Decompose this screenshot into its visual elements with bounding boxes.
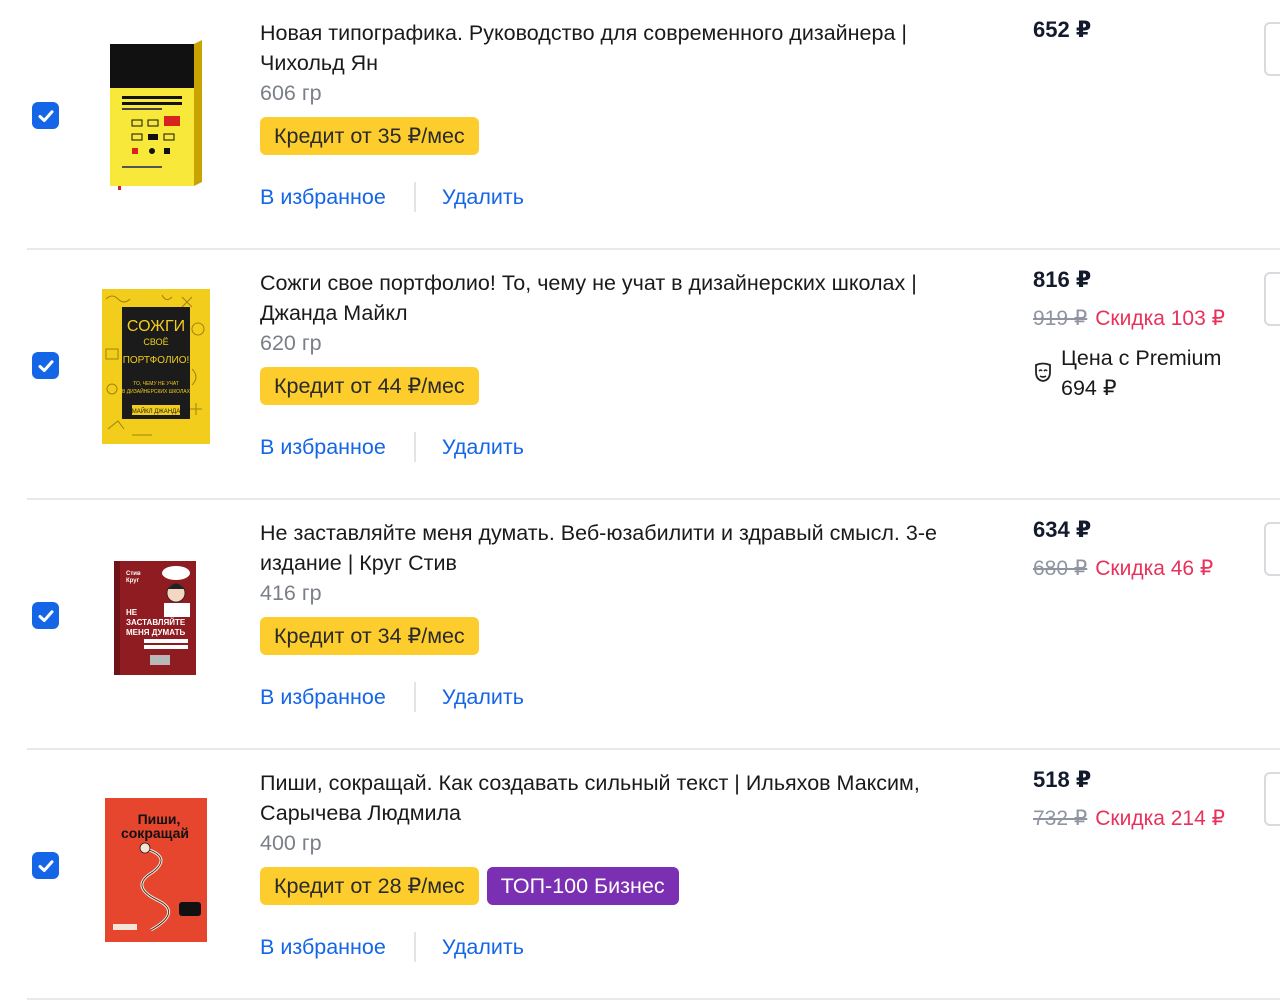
check-icon	[38, 609, 53, 622]
cart-item: Новая типографика. Руководство для совре…	[0, 0, 1280, 250]
credit-badge[interactable]: Кредит от 34 ₽/мес	[260, 617, 479, 655]
cover-title: МЕНЯ ДУМАТЬ	[126, 628, 185, 637]
item-actions: В избранное Удалить	[260, 432, 524, 462]
divider	[413, 932, 416, 962]
cover-title: СОЖГИ	[127, 318, 185, 335]
price-discount-line: 680 ₽ Скидка 46 ₽	[1033, 556, 1213, 581]
item-checkbox[interactable]	[32, 602, 59, 629]
cover-title: сокращай	[121, 825, 189, 841]
premium-mask-icon	[1035, 362, 1051, 382]
old-price: 919 ₽	[1033, 307, 1088, 330]
item-title[interactable]: Не заставляйте меня думать. Веб-юзабилит…	[260, 518, 980, 578]
item-price: 652 ₽	[1033, 17, 1092, 42]
check-icon	[38, 859, 53, 872]
item-weight: 606 гр	[260, 81, 322, 105]
credit-badge[interactable]: Кредит от 28 ₽/мес	[260, 867, 479, 905]
remove-link[interactable]: Удалить	[442, 185, 524, 210]
check-icon	[38, 109, 53, 122]
favorite-link[interactable]: В избранное	[260, 185, 386, 210]
top100-badge[interactable]: ТОП-100 Бизнес	[486, 867, 679, 905]
item-title[interactable]: Пиши, сокращай. Как создавать сильный те…	[260, 768, 980, 828]
price-discount-line: 919 ₽ Скидка 103 ₽	[1033, 306, 1225, 331]
book-cover-image[interactable]	[108, 38, 204, 190]
item-badges: Кредит от 35 ₽/мес	[260, 117, 479, 155]
item-checkbox[interactable]	[32, 102, 59, 129]
item-checkbox[interactable]	[32, 352, 59, 379]
favorite-link[interactable]: В избранное	[260, 435, 386, 460]
item-price: 816 ₽	[1033, 267, 1092, 292]
discount-amount: Скидка 46 ₽	[1095, 557, 1214, 580]
divider	[413, 182, 416, 212]
cart-item: Стив Круг НЕ ЗАСТАВЛЯЙТЕ МЕНЯ ДУМАТЬ Не …	[0, 500, 1280, 750]
premium-label: Цена с Premium	[1061, 346, 1222, 370]
discount-amount: Скидка 103 ₽	[1095, 307, 1225, 330]
item-side-control[interactable]	[1264, 772, 1280, 826]
discount-amount: Скидка 214 ₽	[1095, 807, 1225, 830]
cover-title: ЗАСТАВЛЯЙТЕ	[126, 618, 186, 627]
item-price: 518 ₽	[1033, 767, 1092, 792]
item-checkbox[interactable]	[32, 852, 59, 879]
price-discount-line: 732 ₽ Скидка 214 ₽	[1033, 806, 1225, 831]
item-weight: 400 гр	[260, 831, 322, 855]
item-price: 634 ₽	[1033, 517, 1092, 542]
credit-badge[interactable]: Кредит от 35 ₽/мес	[260, 117, 479, 155]
item-side-control[interactable]	[1264, 272, 1280, 326]
old-price: 732 ₽	[1033, 807, 1088, 830]
item-actions: В избранное Удалить	[260, 932, 524, 962]
premium-price: Цена с Premium 694 ₽	[1033, 343, 1221, 403]
item-actions: В избранное Удалить	[260, 682, 524, 712]
favorite-link[interactable]: В избранное	[260, 685, 386, 710]
cart-item: СОЖГИ СВОЁ ПОРТФОЛИО! ТО, ЧЕМУ НЕ УЧАТ В…	[0, 250, 1280, 500]
book-cover-image[interactable]: Стив Круг НЕ ЗАСТАВЛЯЙТЕ МЕНЯ ДУМАТЬ	[114, 559, 198, 677]
cover-author: МАЙКЛ ДЖАНДА	[132, 407, 180, 415]
divider	[413, 682, 416, 712]
item-side-control[interactable]	[1264, 522, 1280, 576]
premium-value: 694 ₽	[1061, 376, 1117, 400]
book-cover-image[interactable]: СОЖГИ СВОЁ ПОРТФОЛИО! ТО, ЧЕМУ НЕ УЧАТ В…	[102, 289, 210, 444]
item-weight: 416 гр	[260, 581, 322, 605]
item-badges: Кредит от 28 ₽/мес ТОП-100 Бизнес	[260, 867, 679, 905]
remove-link[interactable]: Удалить	[442, 435, 524, 460]
item-badges: Кредит от 34 ₽/мес	[260, 617, 479, 655]
cart-item: Пиши, сокращай Пиши, сокращай. Как созда…	[0, 750, 1280, 1000]
item-side-control[interactable]	[1264, 22, 1280, 76]
item-actions: В избранное Удалить	[260, 182, 524, 212]
check-icon	[38, 359, 53, 372]
book-cover-image[interactable]: Пиши, сокращай	[103, 796, 209, 944]
item-title[interactable]: Сожги свое портфолио! То, чему не учат в…	[260, 268, 980, 328]
cover-author: Стив	[126, 571, 141, 577]
divider	[413, 432, 416, 462]
cover-title: НЕ	[126, 608, 138, 617]
remove-link[interactable]: Удалить	[442, 935, 524, 960]
cover-title: СВОЁ	[143, 337, 168, 347]
credit-badge[interactable]: Кредит от 44 ₽/мес	[260, 367, 479, 405]
cart-item-list: Новая типографика. Руководство для совре…	[0, 0, 1280, 1000]
old-price: 680 ₽	[1033, 557, 1088, 580]
item-title[interactable]: Новая типографика. Руководство для совре…	[260, 18, 980, 78]
cover-author: Круг	[126, 578, 140, 584]
cover-subtitle: ТО, ЧЕМУ НЕ УЧАТ	[133, 381, 179, 387]
item-badges: Кредит от 44 ₽/мес	[260, 367, 479, 405]
item-weight: 620 гр	[260, 331, 322, 355]
remove-link[interactable]: Удалить	[442, 685, 524, 710]
cover-subtitle: В ДИЗАЙНЕРСКИХ ШКОЛАХ	[122, 387, 191, 395]
cover-title: ПОРТФОЛИО!	[123, 355, 190, 366]
favorite-link[interactable]: В избранное	[260, 935, 386, 960]
